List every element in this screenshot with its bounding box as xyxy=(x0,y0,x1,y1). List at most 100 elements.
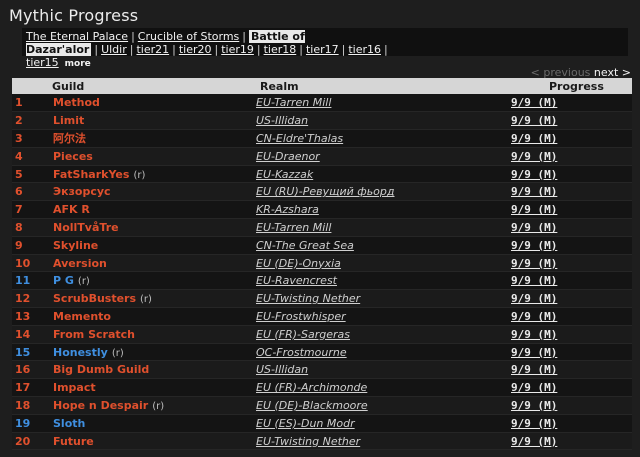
realm-link[interactable]: EU-Tarren Mill xyxy=(256,221,331,234)
rank-cell: 18 xyxy=(12,396,53,415)
realm-link[interactable]: EU-Frostwhisper xyxy=(256,310,346,323)
tier-link[interactable]: tier20 xyxy=(179,43,212,56)
realm-link[interactable]: EU-Kazzak xyxy=(256,168,313,181)
realm-link[interactable]: EU-Draenor xyxy=(256,150,320,163)
progress-link[interactable]: 9/9 (M) xyxy=(511,435,557,448)
guild-name-link[interactable]: Honestly xyxy=(53,346,108,359)
realm-cell: EU (DE)-Onyxia xyxy=(256,254,511,273)
column-header-realm: Realm xyxy=(256,78,511,94)
tier-separator: | xyxy=(242,30,246,43)
guild-name-link[interactable]: Impact xyxy=(53,381,96,394)
progress-link[interactable]: 9/9 (M) xyxy=(511,310,557,323)
tier-link[interactable]: tier18 xyxy=(264,43,297,56)
progress-link[interactable]: 9/9 (M) xyxy=(511,399,557,412)
table-row: 19 Sloth EU (ES)-Dun Modr 9/9 (M) xyxy=(12,414,632,433)
guild-name-link[interactable]: NollTvåTre xyxy=(53,221,119,234)
tier-link[interactable]: tier17 xyxy=(306,43,339,56)
progress-link[interactable]: 9/9 (M) xyxy=(511,363,557,376)
guild-name-link[interactable]: Экзорсус xyxy=(53,185,111,198)
realm-link[interactable]: EU (ES)-Dun Modr xyxy=(256,417,355,430)
rank-cell: 15 xyxy=(12,343,53,362)
progress-link[interactable]: 9/9 (M) xyxy=(511,114,557,127)
guild-name-link[interactable]: Big Dumb Guild xyxy=(53,363,149,376)
realm-link[interactable]: CN-Eldre'Thalas xyxy=(256,132,343,145)
guild-name-link[interactable]: Aversion xyxy=(53,257,107,270)
rank-cell: 11 xyxy=(12,271,53,291)
guild-name-link[interactable]: AFK R xyxy=(53,203,90,216)
progress-link[interactable]: 9/9 (M) xyxy=(511,239,557,252)
recruiting-badge: (r) xyxy=(77,276,90,288)
realm-link[interactable]: EU-Twisting Nether xyxy=(256,292,360,305)
tier-link[interactable]: Crucible of Storms xyxy=(138,30,239,43)
progress-cell: 9/9 (M) xyxy=(511,289,632,309)
realm-link[interactable]: EU (DE)-Blackmoore xyxy=(256,399,368,412)
tier-link[interactable]: tier19 xyxy=(221,43,254,56)
progress-link[interactable]: 9/9 (M) xyxy=(511,168,557,181)
guild-cell: Future xyxy=(53,432,256,451)
progress-link[interactable]: 9/9 (M) xyxy=(511,132,557,145)
progress-link[interactable]: 9/9 (M) xyxy=(511,221,557,234)
progress-link[interactable]: 9/9 (M) xyxy=(511,274,557,287)
realm-link[interactable]: US-Illidan xyxy=(256,363,308,376)
guild-name-link[interactable]: Future xyxy=(53,435,94,448)
guild-name-link[interactable]: Hope n Despair xyxy=(53,399,148,412)
realm-link[interactable]: KR-Azshara xyxy=(256,203,319,216)
progress-link[interactable]: 9/9 (M) xyxy=(511,150,557,163)
progress-cell: 9/9 (M) xyxy=(511,396,632,415)
realm-link[interactable]: OC-Frostmourne xyxy=(256,346,347,359)
guild-name-link[interactable]: From Scratch xyxy=(53,328,135,341)
realm-cell: KR-Azshara xyxy=(256,200,511,220)
realm-link[interactable]: EU-Twisting Nether xyxy=(256,435,360,448)
guild-cell: Hope n Despair (r) xyxy=(53,396,256,415)
realm-link[interactable]: EU-Tarren Mill xyxy=(256,96,331,109)
guild-name-link[interactable]: Limit xyxy=(53,114,84,127)
guild-name-link[interactable]: P G xyxy=(53,274,74,287)
tier-navigation: The Eternal Palace | Crucible of Storms | Ba… xyxy=(22,28,628,69)
tier-link[interactable]: Uldir xyxy=(101,43,127,56)
guild-cell: Memento xyxy=(53,307,256,326)
realm-link[interactable]: EU (FR)-Archimonde xyxy=(256,381,367,394)
realm-link[interactable]: EU (FR)-Sargeras xyxy=(256,328,350,341)
progress-link[interactable]: 9/9 (M) xyxy=(511,346,557,359)
realm-link[interactable]: EU (RU)-Ревущий фьорд xyxy=(256,185,395,198)
guild-name-link[interactable]: Pieces xyxy=(53,150,93,163)
progress-link[interactable]: 9/9 (M) xyxy=(511,292,557,305)
tier-link[interactable]: tier21 xyxy=(136,43,169,56)
realm-link[interactable]: EU (DE)-Onyxia xyxy=(256,257,341,270)
progress-link[interactable]: 9/9 (M) xyxy=(511,257,557,270)
progress-link[interactable]: 9/9 (M) xyxy=(511,203,557,216)
tier-link[interactable]: The Eternal Palace xyxy=(26,30,128,43)
realm-link[interactable]: EU-Ravencrest xyxy=(256,274,337,287)
recruiting-badge: (r) xyxy=(111,347,124,359)
realm-link[interactable]: CN-The Great Sea xyxy=(256,239,354,252)
guild-name-link[interactable]: Sloth xyxy=(53,417,85,430)
progress-link[interactable]: 9/9 (M) xyxy=(511,185,557,198)
rank-cell: 17 xyxy=(12,378,53,398)
progress-cell: 9/9 (M) xyxy=(511,307,632,326)
table-row: 3 阿尔法 CN-Eldre'Thalas 9/9 (M) xyxy=(12,129,632,148)
tier-link[interactable]: tier16 xyxy=(348,43,381,56)
guild-cell: Honestly (r) xyxy=(53,343,256,362)
progress-link[interactable]: 9/9 (M) xyxy=(511,96,557,109)
progress-link[interactable]: 9/9 (M) xyxy=(511,417,557,430)
table-row: 17 Impact EU (FR)-Archimonde 9/9 (M) xyxy=(12,378,632,398)
progress-cell: 9/9 (M) xyxy=(511,414,632,433)
guild-name-link[interactable]: Method xyxy=(53,96,100,109)
progress-link[interactable]: 9/9 (M) xyxy=(511,328,557,341)
realm-link[interactable]: US-Illidan xyxy=(256,114,308,127)
tier-separator: | xyxy=(384,43,388,56)
guild-name-link[interactable]: 阿尔法 xyxy=(53,132,86,145)
guild-name-link[interactable]: Skyline xyxy=(53,239,98,252)
tier-link[interactable]: tier15 xyxy=(26,56,59,69)
guild-name-link[interactable]: Memento xyxy=(53,310,111,323)
tier-separator: | xyxy=(172,43,176,56)
tier-more-link[interactable]: more xyxy=(65,59,91,69)
table-row: 16 Big Dumb Guild US-Illidan 9/9 (M) xyxy=(12,360,632,380)
table-row: 9 Skyline CN-The Great Sea 9/9 (M) xyxy=(12,236,632,255)
realm-cell: EU-Frostwhisper xyxy=(256,307,511,326)
guild-name-link[interactable]: FatSharkYes xyxy=(53,168,129,181)
tier-separator: | xyxy=(94,43,99,56)
guild-name-link[interactable]: ScrubBusters xyxy=(53,292,136,305)
progress-link[interactable]: 9/9 (M) xyxy=(511,381,557,394)
rank-cell: 8 xyxy=(12,218,53,237)
